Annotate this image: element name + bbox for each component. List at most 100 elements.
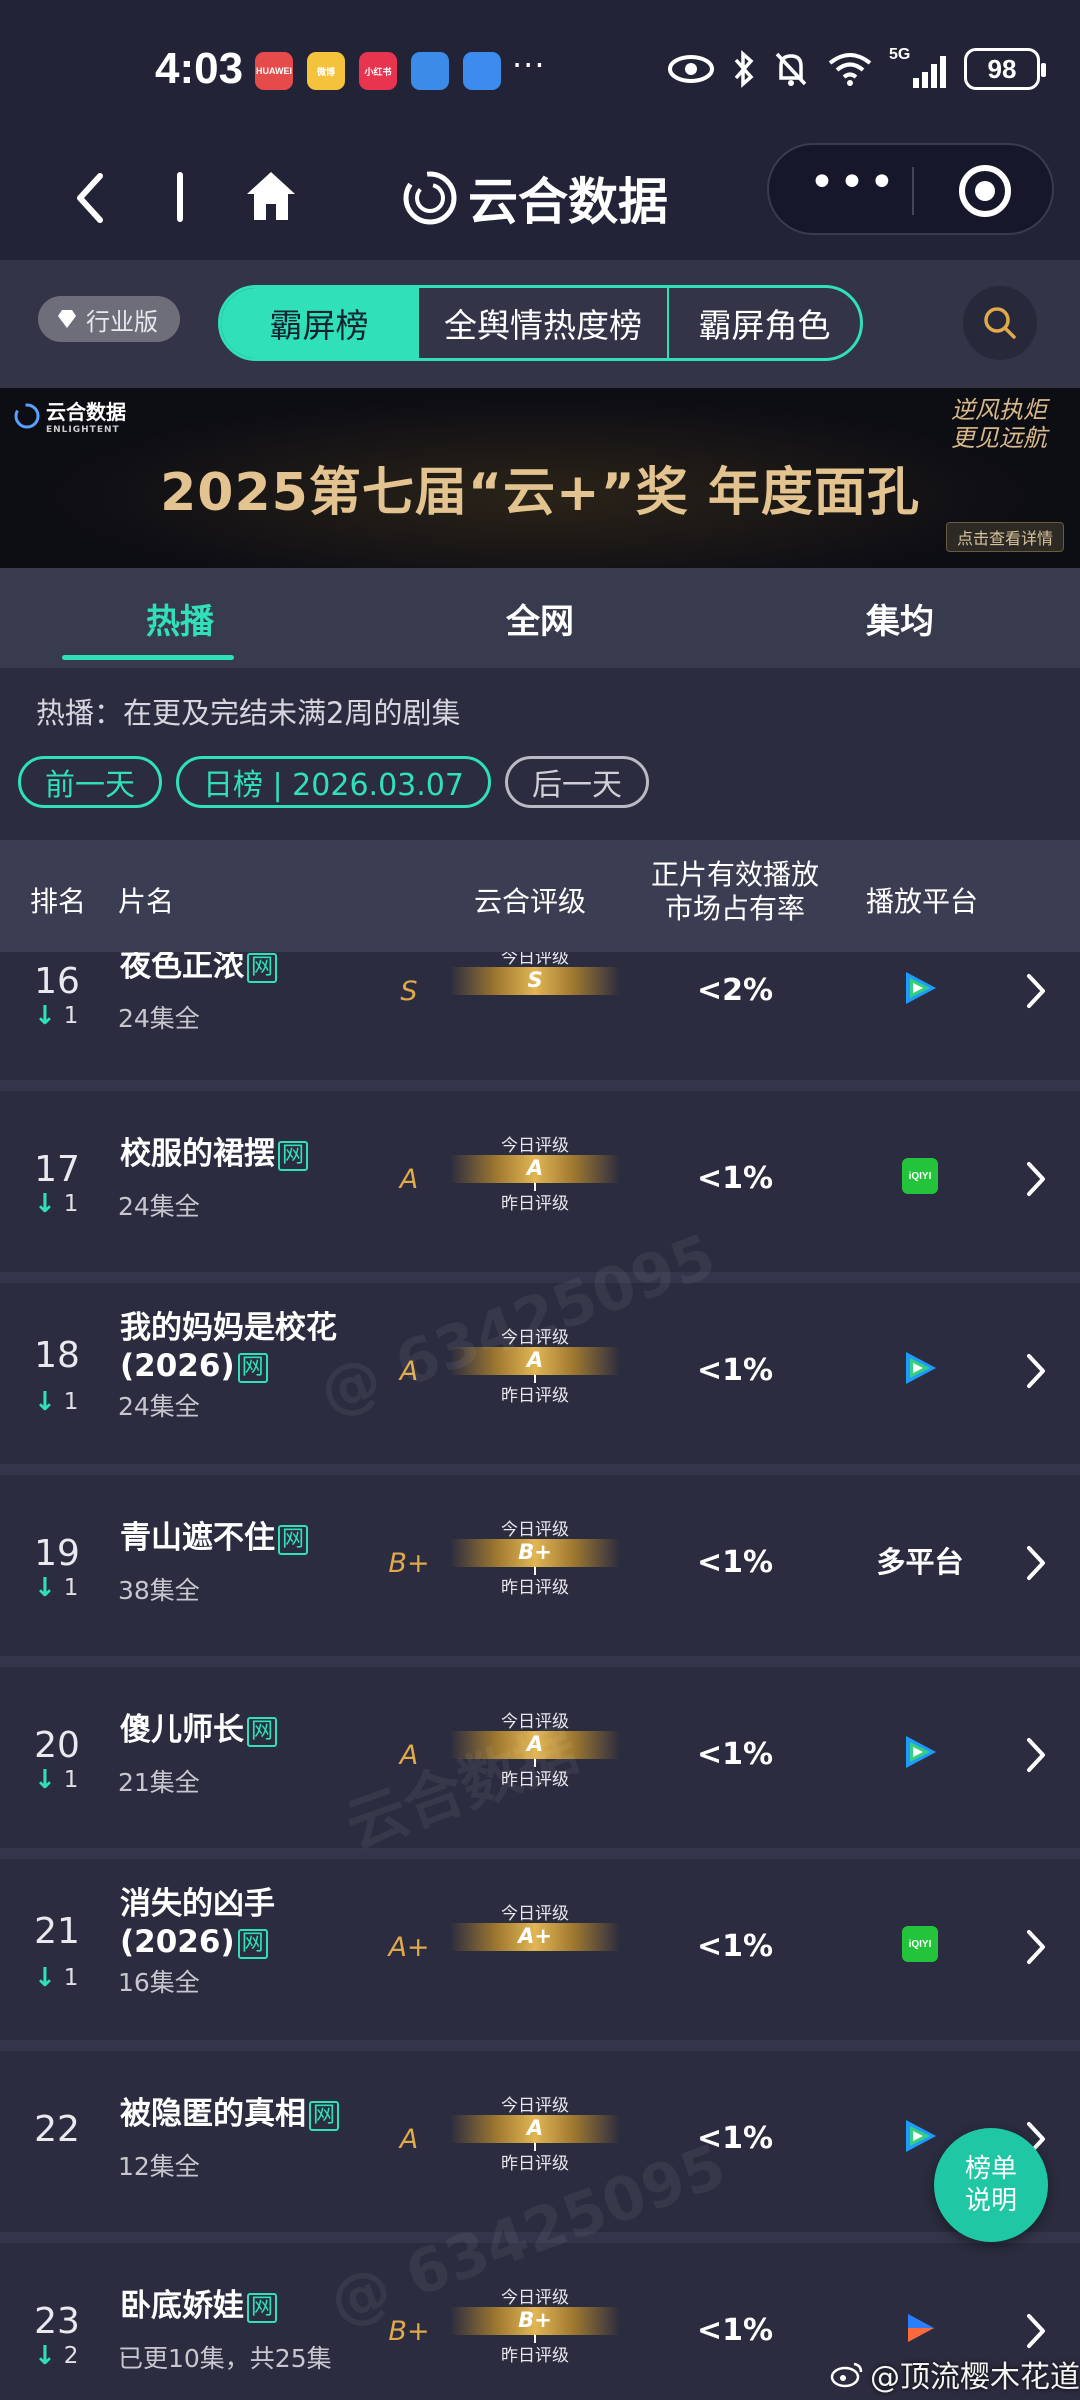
mute-bell-icon	[775, 52, 807, 86]
down-arrow-icon: ↓	[34, 1573, 56, 1603]
chevron-right-icon[interactable]	[1024, 2311, 1048, 2351]
ranking-row[interactable]: 17 ↓ 1 校服的裙摆网 24集全 A 今日评级 A 昨日评级 <1% iQIYI	[0, 1080, 1080, 1261]
award-banner[interactable]: 云合数据 ENLIGHTENT 2025第七届“云+”奖 年度面孔 逆风执炬 更…	[0, 388, 1080, 568]
today-grade-label: 今日评级	[501, 1904, 569, 1924]
platform-logo: iQIYI	[880, 1153, 960, 1199]
tab-episode-average[interactable]: 集均	[720, 568, 1080, 668]
today-grade-label: 今日评级	[501, 2096, 569, 2116]
ranking-explanation-button[interactable]: 榜单 说明	[934, 2128, 1048, 2242]
home-icon[interactable]	[245, 168, 297, 224]
brand-title: 云合数据	[402, 162, 668, 234]
banner-logo-icon	[14, 403, 40, 428]
notification-app-icons: HUAWEI 微博 小红书	[255, 52, 501, 90]
down-arrow-icon: ↓	[34, 1765, 56, 1795]
more-notifications-icon: ···	[512, 46, 546, 84]
rank-change-value: 1	[63, 1767, 79, 1793]
industry-edition-badge[interactable]: 行业版	[38, 296, 180, 342]
chevron-right-icon[interactable]	[1024, 1927, 1048, 1967]
tab-hot-broadcast[interactable]: 热播	[0, 568, 360, 668]
rank-change: ↓ 1	[34, 1001, 78, 1031]
episode-count: 24集全	[118, 1392, 200, 1421]
ranking-row[interactable]: 20 ↓ 1 傻儿师长网 21集全 A 今日评级 A 昨日评级 <1%	[0, 1656, 1080, 1837]
grade-letter: S	[400, 976, 418, 1007]
today-grade-value: S	[527, 968, 543, 992]
down-arrow-icon: ↓	[34, 1387, 56, 1417]
back-arrow-icon[interactable]	[70, 168, 110, 228]
chevron-right-icon[interactable]	[1024, 1351, 1048, 1391]
show-title: 被隐匿的真相网	[120, 2095, 350, 2133]
rank-change: ↓ 1	[34, 1573, 78, 1603]
brand-name: 云合数据	[468, 173, 668, 231]
notification-app-icon	[463, 52, 501, 90]
platform-logo	[880, 1345, 960, 1391]
today-grade-value: A	[526, 1732, 544, 1756]
grade-letter: A	[399, 1740, 419, 1771]
platform-logo	[880, 2305, 960, 2351]
yesterday-grade-label: 昨日评级	[501, 1386, 569, 1406]
grade-gauge: 今日评级 B+ 昨日评级	[450, 1515, 620, 1598]
grade-letter: B+	[388, 1548, 430, 1579]
show-title: 青山遮不住网	[120, 1519, 350, 1557]
banner-detail-link[interactable]: 点击查看详情	[945, 522, 1064, 552]
market-share-value: <1%	[696, 1737, 774, 1772]
show-title: 校服的裙摆网	[120, 1135, 350, 1173]
notification-app-icon: 微博	[307, 52, 345, 90]
today-grade-label: 今日评级	[501, 1520, 569, 1540]
rank-number: 16	[34, 961, 80, 1002]
down-arrow-icon: ↓	[34, 1001, 56, 1031]
today-grade-label: 今日评级	[501, 1328, 569, 1348]
rank-number: 18	[34, 1335, 80, 1376]
mini-program-nav-bar: 云合数据 •••	[0, 140, 1080, 260]
rank-change: ↓ 1	[34, 1387, 78, 1417]
network-drama-tag: 网	[278, 1141, 309, 1171]
chevron-right-icon[interactable]	[1024, 1735, 1048, 1775]
rank-number: 20	[34, 1725, 80, 1766]
show-title: 卧底娇娃网	[120, 2287, 350, 2325]
ranking-row[interactable]: 19 ↓ 1 青山遮不住网 38集全 B+ 今日评级 B+ 昨日评级 <1% 多平台	[0, 1464, 1080, 1645]
market-share-value: <1%	[696, 1161, 774, 1196]
chevron-right-icon[interactable]	[1024, 1543, 1048, 1583]
segment-public-opinion-ranking[interactable]: 全舆情热度榜	[417, 288, 667, 358]
battery-level: 98	[987, 53, 1017, 84]
search-button[interactable]	[963, 286, 1037, 360]
grade-gauge: 今日评级 S	[450, 952, 620, 1019]
ranking-row[interactable]: 22 被隐匿的真相网 12集全 A 今日评级 A 昨日评级 <1%	[0, 2040, 1080, 2221]
today-grade-label: 今日评级	[501, 952, 569, 968]
show-title: 夜色正浓网	[120, 952, 350, 985]
more-options-icon[interactable]: •••	[809, 161, 899, 205]
platform-logo	[880, 965, 960, 1011]
notification-app-icon: 小红书	[359, 52, 397, 90]
previous-day-button[interactable]: 前一天	[18, 756, 162, 808]
banner-slogan: 逆风执炬 更见远航	[951, 396, 1047, 452]
notification-app-icon: HUAWEI	[255, 52, 293, 90]
today-grade-value: A	[526, 1348, 544, 1372]
close-mini-program-icon[interactable]	[959, 165, 1011, 217]
ranking-row[interactable]: 21 ↓ 1 消失的凶手(2026) 网 16集全 A+ 今日评级 A+ <1% iQIYI	[0, 1848, 1080, 2029]
battery-indicator: 98	[964, 48, 1046, 90]
today-grade-label: 今日评级	[501, 1712, 569, 1732]
rank-change-value: 1	[63, 1003, 79, 1029]
brand-logo-icon	[403, 171, 457, 225]
rank-change-value: 1	[63, 1191, 79, 1217]
market-share-value: <2%	[696, 973, 774, 1008]
rank-number: 21	[34, 1911, 80, 1952]
ranking-row[interactable]: 18 ↓ 1 我的妈妈是校花(2026) 网 24集全 A 今日评级 A 昨日评级 <1%	[0, 1272, 1080, 1453]
today-grade-value: A	[526, 2116, 544, 2140]
chevron-right-icon[interactable]	[1024, 1159, 1048, 1199]
show-title: 消失的凶手(2026) 网	[120, 1886, 275, 1960]
tab-all-network[interactable]: 全网	[360, 568, 720, 668]
network-drama-tag: 网	[247, 953, 278, 983]
next-day-button[interactable]: 后一天	[504, 756, 649, 808]
segment-screen-ranking[interactable]: 霸屏榜	[221, 288, 417, 358]
today-grade-value: B+	[518, 1540, 552, 1564]
iqiyi-icon: iQIYI	[902, 1926, 938, 1962]
market-share-value: <1%	[696, 1353, 774, 1388]
segment-screen-role[interactable]: 霸屏角色	[667, 288, 860, 358]
current-date-selector[interactable]: 日榜 | 2026.03.07	[176, 756, 491, 808]
show-title: 傻儿师长网	[120, 1711, 350, 1749]
table-header: 排名 片名 云合评级 正片有效播放 市场占有率 播放平台	[0, 840, 1080, 952]
chevron-right-icon[interactable]	[1024, 971, 1048, 1011]
ranking-row[interactable]: 16 ↓ 1 夜色正浓网 24集全 S 今日评级 S <2%	[0, 952, 1080, 1073]
column-title: 片名	[118, 885, 175, 918]
episode-count: 24集全	[118, 1192, 200, 1221]
